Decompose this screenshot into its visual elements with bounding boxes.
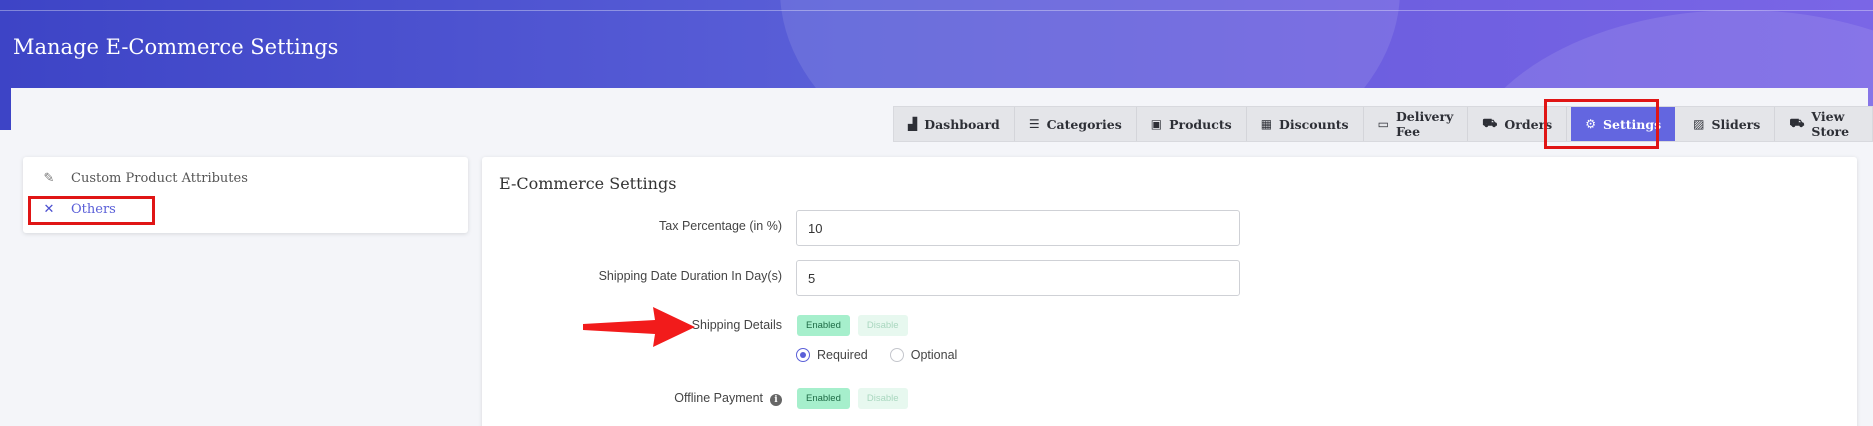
nav-label: Products xyxy=(1169,116,1232,132)
money-icon: ▭ xyxy=(1377,117,1389,131)
shipping-details-toggle: Enabled Disable xyxy=(797,315,908,336)
nav-categories[interactable]: ☰ Categories xyxy=(1015,107,1137,141)
settings-card: E-Commerce Settings Tax Percentage (in %… xyxy=(482,157,1857,426)
nav-orders[interactable]: ⛟ Orders xyxy=(1468,107,1568,141)
nav-label: Dashboard xyxy=(924,116,1000,132)
settings-sidebar: ✎ Custom Product Attributes ✕ Others xyxy=(23,157,468,233)
tax-percentage-input[interactable] xyxy=(796,210,1240,246)
offline-payment-toggle: Enabled Disable xyxy=(797,388,908,409)
nav-sliders[interactable]: ▨ Sliders xyxy=(1679,107,1776,141)
nav-label: Orders xyxy=(1504,116,1553,132)
radio-required[interactable]: Required xyxy=(796,348,868,362)
offline-payment-text: Offline Payment xyxy=(674,391,763,405)
shipping-enabled-button[interactable]: Enabled xyxy=(797,315,850,336)
nav-view-store[interactable]: ⛟ View Store xyxy=(1775,107,1872,141)
nav-label: Sliders xyxy=(1711,116,1761,132)
offline-disable-button[interactable]: Disable xyxy=(857,388,908,409)
radio-optional[interactable]: Optional xyxy=(889,348,958,362)
sidebar-item-label: Custom Product Attributes xyxy=(71,171,248,186)
nav-discounts[interactable]: ▦ Discounts xyxy=(1247,107,1364,141)
shipping-duration-label: Shipping Date Duration In Day(s) xyxy=(598,269,782,283)
nav-label: Settings xyxy=(1602,116,1662,132)
content-accent xyxy=(5,88,11,130)
tax-label: Tax Percentage (in %) xyxy=(659,219,782,233)
radio-button-selected[interactable] xyxy=(796,348,810,362)
page-title: Manage E-Commerce Settings xyxy=(13,35,339,59)
nav-label: View Store xyxy=(1811,109,1850,139)
shipping-duration-input[interactable] xyxy=(796,260,1240,296)
nav-products[interactable]: ▣ Products xyxy=(1137,107,1247,141)
radio-label: Required xyxy=(817,348,868,362)
tools-icon: ✕ xyxy=(43,202,55,217)
cart-icon: ⛟ xyxy=(1789,116,1805,130)
nav-label: Discounts xyxy=(1279,116,1349,132)
nav-label: Categories xyxy=(1046,116,1122,132)
nav-dashboard[interactable]: ▟ Dashboard xyxy=(894,107,1015,141)
shipping-disable-button[interactable]: Disable xyxy=(857,315,908,336)
sidebar-item-custom-product-attributes[interactable]: ✎ Custom Product Attributes xyxy=(41,171,248,186)
radio-button[interactable] xyxy=(889,348,904,362)
sidebar-item-others[interactable]: ✕ Others xyxy=(41,202,116,217)
list-icon: ☰ xyxy=(1028,117,1040,131)
edit-icon: ✎ xyxy=(43,171,55,186)
gift-icon: ▦ xyxy=(1260,117,1273,131)
gear-icon: ⚙ xyxy=(1585,117,1596,131)
info-icon[interactable]: i xyxy=(770,394,782,406)
card-title: E-Commerce Settings xyxy=(499,174,677,193)
nav-delivery-fee[interactable]: ▭ Delivery Fee xyxy=(1364,107,1469,141)
briefcase-icon: ▣ xyxy=(1150,117,1163,131)
sidebar-item-label: Others xyxy=(71,202,116,217)
module-nav: ▟ Dashboard ☰ Categories ▣ Products ▦ Di… xyxy=(893,106,1873,142)
arrow-shape xyxy=(583,307,695,347)
chart-icon: ▟ xyxy=(908,117,918,131)
offline-enabled-button[interactable]: Enabled xyxy=(797,388,850,409)
radio-label: Optional xyxy=(910,348,958,362)
offline-payment-label: Offline Payment i xyxy=(482,391,782,406)
annotation-arrow xyxy=(583,307,695,347)
nav-label: Delivery Fee xyxy=(1395,109,1454,139)
image-icon: ▨ xyxy=(1693,117,1705,131)
nav-settings[interactable]: ⚙ Settings xyxy=(1571,107,1676,141)
cart-icon: ⛟ xyxy=(1482,116,1498,130)
shipping-details-options: Required Optional xyxy=(796,348,957,362)
